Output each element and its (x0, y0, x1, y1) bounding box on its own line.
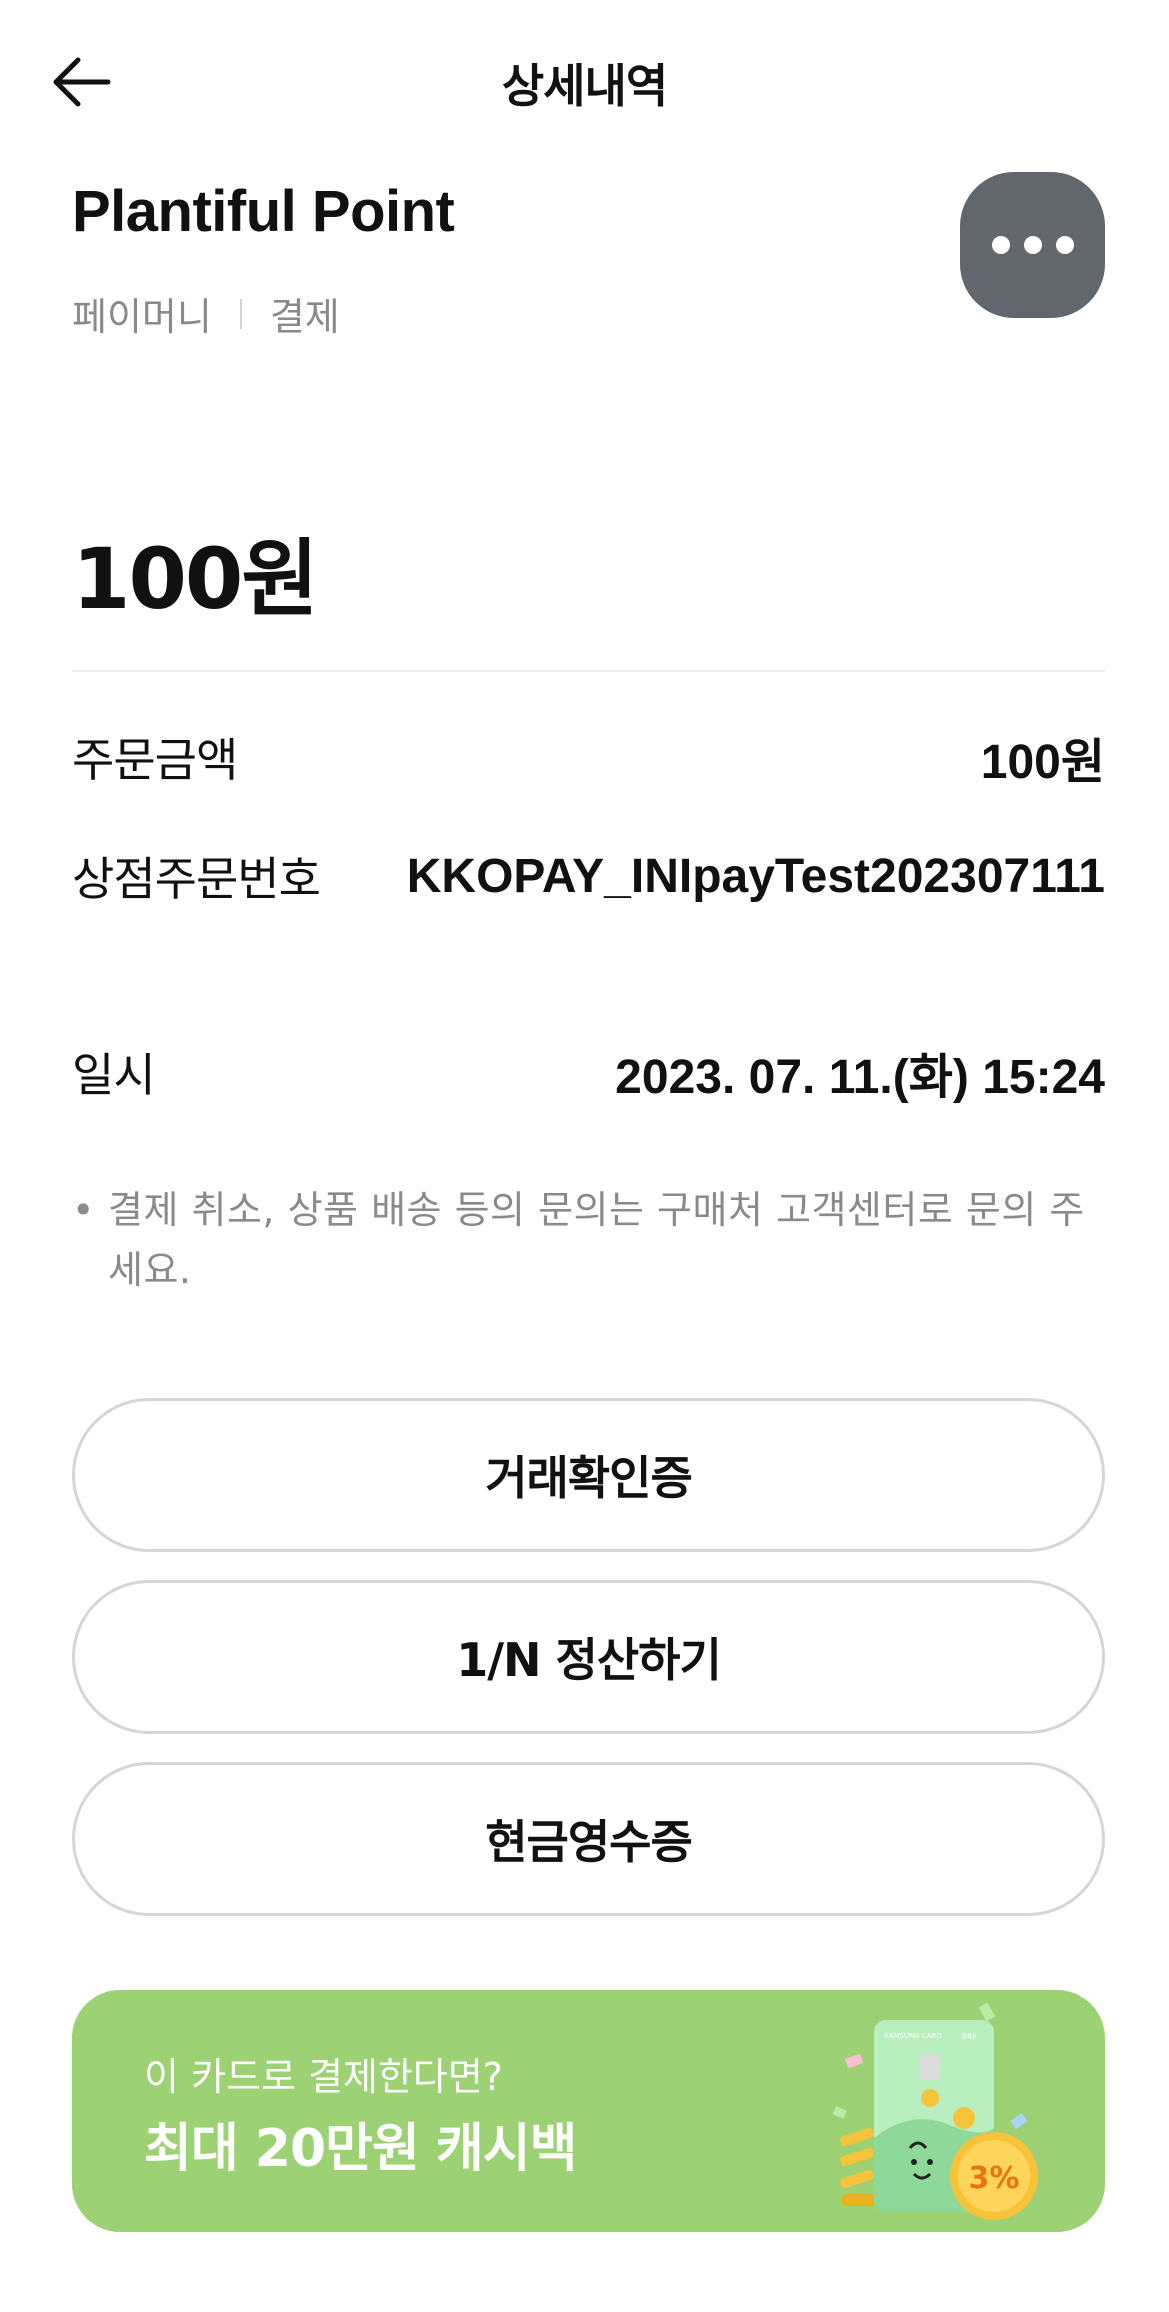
separator (239, 298, 242, 329)
total-amount: 100원 (72, 530, 319, 628)
payment-type: 결제 (269, 295, 340, 339)
detail-row-order-amount: 주문금액 100원 (72, 722, 1105, 792)
detail-label: 주문금액 (72, 733, 238, 787)
card-brand-label: SAMSUNG CARD (884, 2032, 942, 2040)
card-pay-label: pay (962, 2031, 977, 2040)
more-dot (1023, 236, 1042, 254)
detail-row-datetime: 일시 2023. 07. 11.(화) 15:24 (72, 1037, 1105, 1107)
payment-info: 페이머니 결제 (72, 286, 340, 341)
detail-value: KKOPAY_INIpayTest202307111 (406, 849, 1105, 903)
more-dot (1055, 236, 1074, 254)
payment-method: 페이머니 (72, 295, 212, 339)
transaction-confirmation-button[interactable]: 거래확인증 (72, 1398, 1105, 1552)
divider (72, 670, 1105, 672)
merchant-name: Plantiful Point (72, 179, 455, 244)
top-bar: 상세내역 (0, 0, 1169, 165)
notice-bullet: • (72, 1188, 95, 1232)
split-bill-button[interactable]: 1/N 정산하기 (72, 1580, 1105, 1734)
banner-subtitle: 이 카드로 결제한다면? (144, 2055, 503, 2099)
more-button[interactable] (960, 172, 1105, 318)
more-dots-icon (991, 236, 1010, 254)
detail-label: 상점주문번호 (72, 852, 321, 906)
detail-value: 100원 (980, 736, 1105, 789)
page-title: 상세내역 (501, 59, 668, 113)
card-promo-illustration: SAMSUNG CARD pay 3% (832, 2002, 1038, 2220)
cashback-banner[interactable]: 이 카드로 결제한다면? 최대 20만원 캐시백 SAMSUNG CARD pa… (72, 1990, 1105, 2232)
notice: • 결제 취소, 상품 배송 등의 문의는 구매처 고객센터로 문의 주세요. (72, 1180, 1112, 1300)
cash-receipt-button[interactable]: 현금영수증 (72, 1762, 1105, 1916)
detail-row-merchant-order-number: 상점주문번호 KKOPAY_INIpayTest202307111 (72, 843, 1105, 909)
detail-value: 2023. 07. 11.(화) 15:24 (615, 1051, 1105, 1104)
banner-headline: 최대 20만원 캐시백 (144, 2119, 577, 2179)
notice-text: 결제 취소, 상품 배송 등의 문의는 구매처 고객센터로 문의 주세요. (108, 1188, 1085, 1292)
detail-label: 일시 (72, 1048, 156, 1102)
cashback-badge: 3% (969, 2161, 1020, 2196)
